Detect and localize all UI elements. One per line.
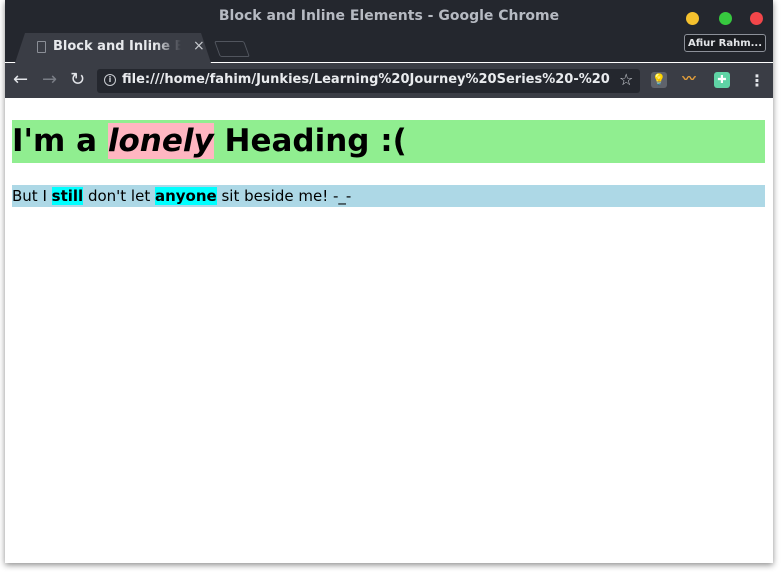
audio-wave-extension-icon[interactable]: 〰 <box>681 72 697 88</box>
window-title: Block and Inline Elements - Google Chrom… <box>218 8 560 24</box>
heading-emphasis: lonely <box>107 123 214 159</box>
info-icon[interactable]: i <box>104 74 116 86</box>
tab-active[interactable]: Block and Inline Elements × <box>15 33 211 63</box>
para-strong-still: still <box>51 187 84 205</box>
new-tab-button[interactable] <box>214 41 250 57</box>
para-strong-anyone: anyone <box>154 187 217 205</box>
bookmark-star-icon[interactable]: ☆ <box>619 70 633 89</box>
para-text-3: sit beside me! -_- <box>216 187 352 205</box>
para-text-1: But I <box>12 187 52 205</box>
page-content: I'm a lonely Heading :( But I still don'… <box>5 98 773 563</box>
menu-icon[interactable]: ⋮ <box>749 71 765 90</box>
minimize-button[interactable] <box>686 12 699 25</box>
lightbulb-extension-icon[interactable]: 💡 <box>651 72 667 88</box>
tab-close-icon[interactable]: × <box>193 38 205 54</box>
browser-toolbar: ← → ↻ i file:///home/fahim/Junkies/Learn… <box>5 63 773 98</box>
address-bar[interactable]: i file:///home/fahim/Junkies/Learning%20… <box>97 69 640 93</box>
heading-text-before: I'm a <box>12 123 108 159</box>
tab-title: Block and Inline Elements <box>53 39 181 54</box>
maximize-button[interactable] <box>719 12 732 25</box>
back-arrow-icon[interactable]: ← <box>13 69 28 91</box>
browser-window: Block and Inline Elements - Google Chrom… <box>5 0 773 563</box>
heading-text-after: Heading :( <box>213 123 407 159</box>
page-paragraph: But I still don't let anyone sit beside … <box>12 185 765 207</box>
reload-icon[interactable]: ↻ <box>70 69 85 91</box>
page-icon <box>37 41 46 53</box>
green-puzzle-extension-icon[interactable]: ✚ <box>714 72 730 88</box>
forward-arrow-icon[interactable]: → <box>42 69 57 91</box>
profile-button[interactable]: Afiur Rahm... <box>684 34 766 52</box>
title-bar: Block and Inline Elements - Google Chrom… <box>5 0 773 63</box>
page-heading: I'm a lonely Heading :( <box>12 120 765 163</box>
url-text[interactable]: file:///home/fahim/Junkies/Learning%20Jo… <box>122 72 610 87</box>
close-window-button[interactable] <box>750 12 763 25</box>
para-text-2: don't let <box>83 187 155 205</box>
